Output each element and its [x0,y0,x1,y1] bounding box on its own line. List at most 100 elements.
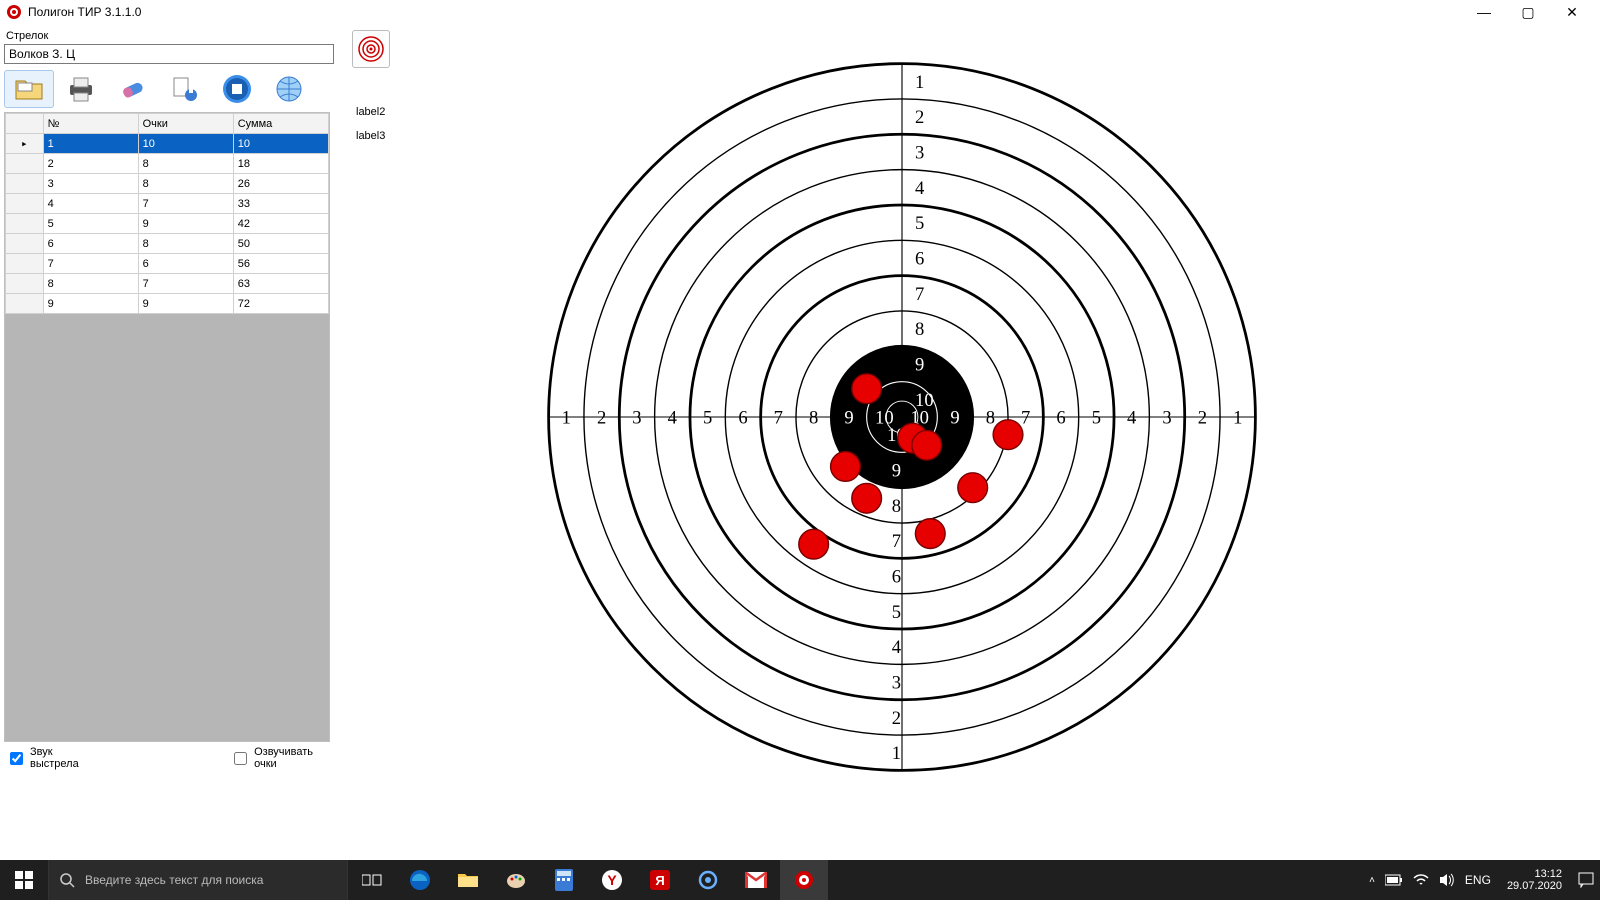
svg-text:Я: Я [655,873,664,888]
svg-text:6: 6 [892,567,901,588]
battery-icon[interactable] [1385,874,1403,886]
row-indicator [6,254,44,274]
row-indicator [6,154,44,174]
edge-icon [409,869,431,891]
svg-text:7: 7 [1021,408,1030,429]
svg-text:8: 8 [986,408,995,429]
paint-button[interactable] [492,860,540,900]
cell-n: 3 [43,174,138,194]
table-row[interactable]: 4733 [6,194,329,214]
stop-button[interactable] [212,70,262,108]
settings-button[interactable] [160,70,210,108]
side-extra: label2 label3 [352,30,390,142]
col-points[interactable]: Очки [138,114,233,134]
erase-button[interactable] [108,70,158,108]
table-row[interactable]: 2818 [6,154,329,174]
minimize-button[interactable]: — [1462,0,1506,24]
target-type-button[interactable] [352,30,390,68]
cell-sum: 26 [233,174,328,194]
search-placeholder: Введите здесь текст для поиска [85,873,263,887]
cell-n: 7 [43,254,138,274]
settings-icon [169,73,201,105]
col-sum[interactable]: Сумма [233,114,328,134]
label2: label2 [356,106,385,118]
svg-text:6: 6 [738,408,747,429]
open-folder-icon [13,73,45,105]
shots-table[interactable]: № Очки Сумма ▸11010281838264733594268507… [4,112,330,742]
table-row[interactable]: 7656 [6,254,329,274]
notifications-icon[interactable] [1578,872,1594,888]
cell-pts: 7 [138,194,233,214]
svg-text:8: 8 [892,496,901,517]
language-indicator[interactable]: ENG [1465,873,1491,887]
cell-n: 2 [43,154,138,174]
cell-sum: 33 [233,194,328,214]
svg-text:5: 5 [892,602,901,623]
svg-text:2: 2 [1198,408,1207,429]
tray-chevron-icon[interactable]: ˄ [1369,875,1375,886]
taskbar: Введите здесь текст для поиска Y Я ˄ ENG… [0,860,1600,900]
wifi-icon[interactable] [1413,874,1429,886]
svg-text:9: 9 [950,408,959,429]
table-row[interactable]: 9972 [6,294,329,314]
app-task-button[interactable] [780,860,828,900]
edge-button[interactable] [396,860,444,900]
shot-marker [852,483,882,513]
voice-score-checkbox[interactable]: Озвучивать очки [230,746,334,770]
printer-icon [65,73,97,105]
cell-n: 4 [43,194,138,214]
table-row[interactable]: 3826 [6,174,329,194]
open-button[interactable] [4,70,54,108]
shooter-input[interactable] [4,44,334,64]
shot-sound-checkbox[interactable]: Звук выстрела [6,746,100,770]
folder-icon [457,871,479,889]
maximize-button[interactable]: ▢ [1506,0,1550,24]
svg-text:2: 2 [597,408,606,429]
shot-sound-input[interactable] [10,752,23,765]
search-box[interactable]: Введите здесь текст для поиска [48,860,348,900]
titlebar: Полигон ТИР 3.1.1.0 — ▢ ✕ [0,0,1600,24]
gmail-button[interactable] [732,860,780,900]
table-row[interactable]: 5942 [6,214,329,234]
system-tray: ˄ ENG 13:12 29.07.2020 [1369,860,1600,900]
svg-text:8: 8 [809,408,818,429]
svg-text:7: 7 [892,531,901,552]
cell-pts: 9 [138,214,233,234]
svg-text:1: 1 [562,408,571,429]
close-button[interactable]: ✕ [1550,0,1594,24]
task-view-button[interactable] [348,860,396,900]
row-indicator [6,234,44,254]
table-empty-area [5,314,329,741]
calc-button[interactable] [540,860,588,900]
taskview-icon [362,872,382,888]
svg-text:6: 6 [1056,408,1065,429]
table-row[interactable]: ▸11010 [6,134,329,154]
svg-text:4: 4 [1127,408,1136,429]
svg-text:9: 9 [915,355,924,376]
cell-sum: 10 [233,134,328,154]
settings-task-button[interactable] [684,860,732,900]
label3: label3 [356,130,385,142]
stop-icon [221,73,253,105]
clock[interactable]: 13:12 29.07.2020 [1501,868,1568,892]
task-items: Y Я [348,860,828,900]
globe-icon [273,73,305,105]
table-row[interactable]: 8763 [6,274,329,294]
voice-score-input[interactable] [234,752,247,765]
explorer-button[interactable] [444,860,492,900]
search-icon [59,872,75,888]
svg-text:3: 3 [915,142,924,163]
svg-text:2: 2 [892,708,901,729]
print-button[interactable] [56,70,106,108]
svg-text:5: 5 [1092,408,1101,429]
yandex-button[interactable]: Y [588,860,636,900]
yandex2-button[interactable]: Я [636,860,684,900]
start-button[interactable] [0,860,48,900]
col-number[interactable]: № [43,114,138,134]
svg-text:9: 9 [844,408,853,429]
volume-icon[interactable] [1439,873,1455,887]
cell-pts: 10 [138,134,233,154]
globe-button[interactable] [264,70,314,108]
table-row[interactable]: 6850 [6,234,329,254]
voice-score-label: Озвучивать очки [254,746,334,770]
